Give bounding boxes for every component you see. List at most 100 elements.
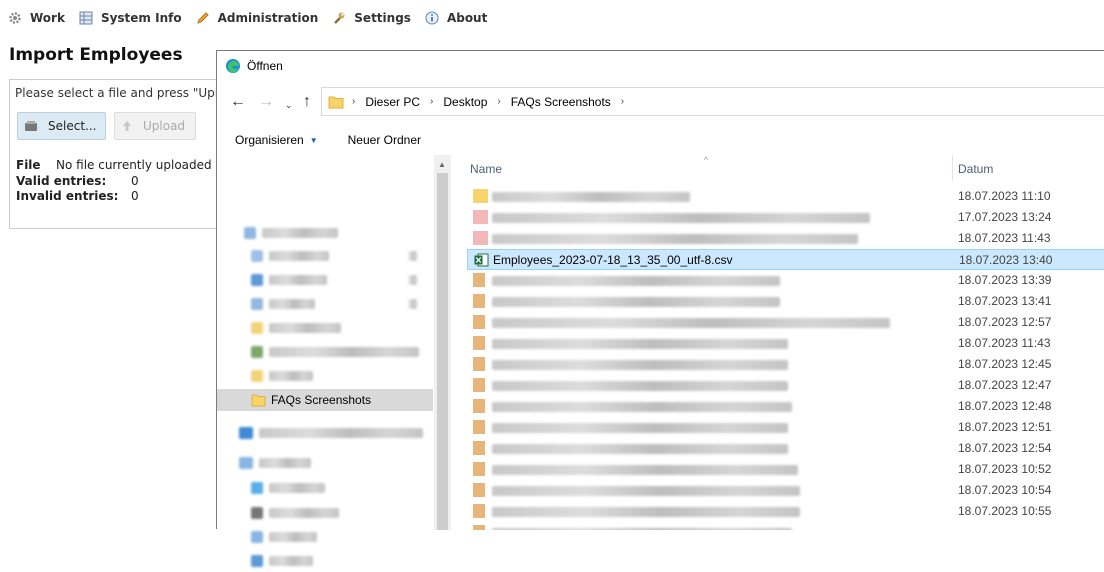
breadcrumb-item[interactable]: Desktop bbox=[443, 95, 487, 109]
select-file-label: Select... bbox=[48, 119, 97, 133]
tree-item[interactable] bbox=[251, 502, 339, 524]
tree-item[interactable] bbox=[251, 526, 317, 548]
file-icon bbox=[473, 420, 485, 434]
select-file-button[interactable]: Select... bbox=[17, 112, 106, 140]
tree-item[interactable] bbox=[244, 222, 338, 244]
gear-icon bbox=[9, 11, 21, 24]
file-row[interactable]: 18.07.2023 12:47 bbox=[467, 375, 1104, 396]
file-date: 18.07.2023 12:54 bbox=[958, 441, 1052, 455]
column-header-date[interactable]: Datum bbox=[958, 162, 993, 176]
tree-item[interactable] bbox=[251, 341, 419, 363]
file-icon bbox=[473, 378, 485, 392]
nav-about-label: About bbox=[446, 10, 488, 25]
nav-system-info[interactable]: System Info bbox=[79, 11, 182, 25]
tree-scrollbar[interactable]: ▲ bbox=[434, 155, 451, 530]
dialog-title: Öffnen bbox=[247, 59, 283, 73]
breadcrumb-separator[interactable]: › bbox=[352, 96, 355, 107]
file-date: 18.07.2023 11:10 bbox=[958, 189, 1051, 203]
scroll-up-arrow-icon[interactable]: ▲ bbox=[438, 160, 446, 169]
nav-settings[interactable]: Settings bbox=[332, 11, 411, 25]
tree-item[interactable] bbox=[239, 452, 311, 474]
nav-administration[interactable]: Administration bbox=[196, 11, 318, 25]
column-header-name[interactable]: Name bbox=[470, 162, 502, 176]
file-row[interactable]: 18.07.2023 11:43 bbox=[467, 228, 1104, 249]
import-panel: Please select a file and press "Uploa Se… bbox=[9, 79, 233, 229]
tree-item[interactable] bbox=[251, 245, 417, 267]
file-row[interactable]: 18.07.2023 12:48 bbox=[467, 396, 1104, 417]
file-row[interactable]: 18.07.2023 11:43 bbox=[467, 333, 1104, 354]
back-arrow-icon[interactable]: ← bbox=[230, 94, 246, 110]
folder-icon bbox=[473, 189, 488, 203]
tree-item[interactable] bbox=[251, 317, 341, 339]
navigation-tree: FAQs Screenshots bbox=[217, 155, 434, 567]
nav-system-info-label: System Info bbox=[100, 10, 182, 25]
up-arrow-icon[interactable]: ↑ bbox=[303, 94, 311, 110]
valid-entries-value: 0 bbox=[131, 173, 139, 188]
file-date: 18.07.2023 12:48 bbox=[958, 399, 1052, 413]
file-icon bbox=[473, 336, 485, 350]
file-icon bbox=[473, 504, 485, 518]
tree-item[interactable] bbox=[239, 422, 423, 444]
nav-work-label: Work bbox=[30, 10, 65, 25]
tree-item[interactable] bbox=[251, 477, 325, 499]
file-row-selected[interactable]: Employees_2023-07-18_13_35_00_utf-8.csv … bbox=[467, 249, 1104, 270]
file-date: 18.07.2023 12:51 bbox=[958, 420, 1052, 434]
breadcrumb-separator[interactable]: › bbox=[430, 96, 433, 107]
breadcrumb-item[interactable]: FAQs Screenshots bbox=[511, 95, 611, 109]
breadcrumb-separator[interactable]: › bbox=[497, 96, 500, 107]
file-icon bbox=[473, 441, 485, 455]
file-row[interactable]: 18.07.2023 12:51 bbox=[467, 417, 1104, 438]
file-row[interactable]: 18.07.2023 10:55 bbox=[467, 501, 1104, 522]
invalid-entries-label: Invalid entries: bbox=[16, 189, 119, 203]
organize-label: Organisieren bbox=[235, 133, 304, 147]
file-row[interactable]: 18.07.2023 12:57 bbox=[467, 312, 1104, 333]
upload-button[interactable]: Upload bbox=[114, 112, 196, 140]
address-row: ← → ⌄ ↑ › Dieser PC › Desktop › FAQs Scr… bbox=[217, 87, 1104, 117]
file-row[interactable]: 18.07.2023 10:52 bbox=[467, 459, 1104, 480]
breadcrumb-separator[interactable]: › bbox=[621, 96, 624, 107]
edge-browser-icon bbox=[226, 59, 240, 73]
breadcrumb-item[interactable]: Dieser PC bbox=[365, 95, 420, 109]
folder-icon bbox=[251, 394, 266, 407]
file-icon bbox=[473, 462, 485, 476]
file-row[interactable]: 18.07.2023 10:54 bbox=[467, 480, 1104, 501]
scrollbar-thumb[interactable] bbox=[437, 173, 448, 530]
file-name bbox=[492, 315, 890, 329]
tree-item[interactable] bbox=[251, 550, 313, 572]
file-date: 18.07.2023 10:52 bbox=[958, 462, 1052, 476]
file-list-header: ^ Name Datum bbox=[451, 155, 1104, 181]
file-icon bbox=[473, 294, 485, 308]
file-icon bbox=[473, 525, 485, 530]
file-row[interactable]: 18.07.2023 11:10 bbox=[467, 186, 1104, 207]
nav-settings-label: Settings bbox=[354, 10, 411, 25]
file-date: 18.07.2023 12:45 bbox=[958, 357, 1052, 371]
file-date: 18.07.2023 10:55 bbox=[958, 504, 1052, 518]
file-row[interactable]: 18.07.2023 12:45 bbox=[467, 354, 1104, 375]
file-value: No file currently uploaded bbox=[56, 158, 212, 172]
forward-arrow-icon[interactable]: → bbox=[258, 94, 274, 110]
tree-item[interactable] bbox=[251, 365, 313, 387]
hdd-icon bbox=[25, 121, 37, 131]
file-name bbox=[492, 504, 800, 518]
file-name: Employees_2023-07-18_13_35_00_utf-8.csv bbox=[493, 253, 733, 267]
tree-item[interactable] bbox=[251, 269, 417, 291]
file-row[interactable]: 18.07.2023 12:54 bbox=[467, 438, 1104, 459]
new-folder-button[interactable]: Neuer Ordner bbox=[348, 133, 421, 147]
tree-item-faqs-screenshots[interactable]: FAQs Screenshots bbox=[217, 389, 433, 411]
file-icon bbox=[473, 273, 485, 287]
file-row[interactable]: 17.07.2023 13:24 bbox=[467, 207, 1104, 228]
column-divider[interactable] bbox=[952, 155, 953, 181]
address-bar[interactable]: › Dieser PC › Desktop › FAQs Screenshots… bbox=[321, 87, 1104, 116]
file-date: 18.07.2023 12:57 bbox=[958, 315, 1052, 329]
organize-menu[interactable]: Organisieren ▼ bbox=[235, 133, 318, 147]
file-row[interactable]: 18.07.2023 13:41 bbox=[467, 291, 1104, 312]
nav-work[interactable]: Work bbox=[8, 11, 65, 25]
file-name bbox=[492, 231, 858, 245]
recent-chevron-icon[interactable]: ⌄ bbox=[285, 97, 293, 113]
file-row[interactable]: 18.07.2023 13:39 bbox=[467, 270, 1104, 291]
top-nav: Work System Info Administration Settings… bbox=[0, 0, 1104, 35]
file-icon bbox=[473, 357, 485, 371]
nav-about[interactable]: About bbox=[425, 11, 487, 25]
tree-item[interactable] bbox=[251, 293, 417, 315]
dialog-toolbar: Organisieren ▼ Neuer Ordner bbox=[217, 125, 1104, 155]
